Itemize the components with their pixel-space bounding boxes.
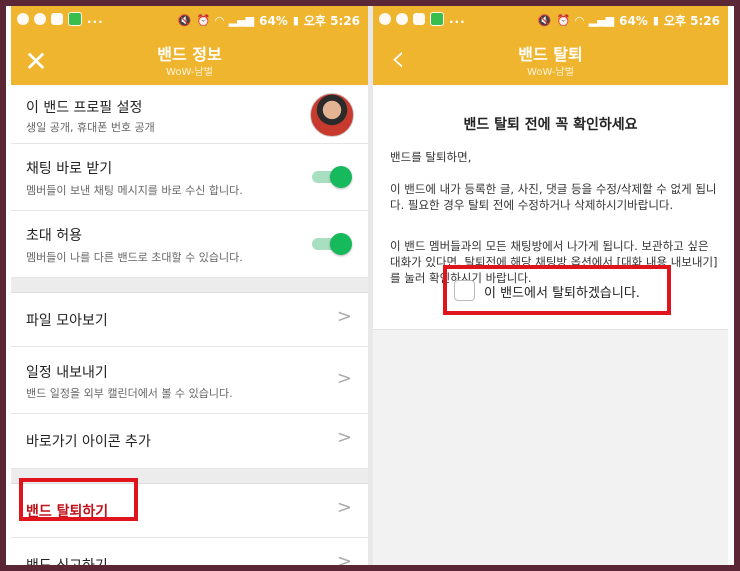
list-item-desc: 멤버들이 나를 다른 밴드로 초대할 수 있습니다. (26, 251, 243, 264)
header: ‹ 밴드 탈퇴 WoW-남벌 (373, 35, 728, 85)
battery-icon: ▮ (292, 14, 299, 27)
list-item-chat-direct: 채팅 바로 받기 멤버들이 보낸 채팅 메시지를 바로 수신 합니다. (11, 144, 368, 211)
chat-direct-toggle[interactable] (312, 166, 352, 188)
wifi-icon: ◠ (575, 14, 584, 27)
band-name: WoW-남벌 (166, 67, 213, 78)
list-item-title: 파일 모아보기 (26, 313, 108, 329)
battery-level: 64% (259, 13, 288, 28)
avatar[interactable] (310, 93, 354, 137)
app-notification-icon (17, 13, 29, 25)
invite-allow-toggle[interactable] (312, 233, 352, 255)
notice-paragraph: 이 밴드에 내가 등록한 글, 사진, 댓글 등을 수정/삭제할 수 없게 됩니… (390, 182, 717, 212)
gallery-notification-icon (51, 13, 63, 25)
chat-notification-icon (430, 12, 444, 26)
list-item-title: 바로가기 아이콘 추가 (26, 434, 151, 450)
link-notification-icon (34, 13, 46, 25)
leave-band-screen: ... 🔇 ⏰ ◠ ▂▄▆ 64% ▮ 오후 5:26 ‹ 밴드 탈퇴 WoW-… (373, 6, 728, 565)
more-notifications: ... (87, 12, 104, 26)
list-item-title: 초대 허용 (26, 228, 82, 244)
leave-band-highlight (19, 478, 138, 521)
clock: 오후 5:26 (663, 14, 720, 28)
header: ✕ 밴드 정보 WoW-남벌 (11, 35, 368, 85)
signal-icon: ▂▄▆ (228, 14, 255, 27)
alarm-icon: ⏰ (196, 14, 211, 27)
chevron-right-icon: > (336, 306, 352, 327)
status-bar: ... 🔇 ⏰ ◠ ▂▄▆ 64% ▮ 오후 5:26 (11, 6, 368, 35)
section-divider (11, 278, 368, 293)
list-item-export-schedule[interactable]: 일정 내보내기 밴드 일정을 외부 캘린더에서 볼 수 있습니다. > (11, 347, 368, 414)
list-item-title: 이 밴드 프로필 설정 (26, 100, 143, 116)
alarm-icon: ⏰ (556, 14, 571, 27)
clock: 오후 5:26 (303, 14, 360, 28)
wifi-icon: ◠ (215, 14, 224, 27)
band-info-screen: ... 🔇 ⏰ ◠ ▂▄▆ 64% ▮ 오후 5:26 ✕ 밴드 정보 WoW-… (11, 6, 368, 565)
list-item-title: 채팅 바로 받기 (26, 161, 113, 177)
toggle-knob (330, 233, 352, 255)
status-bar: ... 🔇 ⏰ ◠ ▂▄▆ 64% ▮ 오후 5:26 (373, 6, 728, 35)
band-name: WoW-남벌 (527, 67, 574, 78)
confirm-highlight (443, 265, 671, 315)
notice-title: 밴드 탈퇴 전에 꼭 확인하세요 (463, 117, 638, 133)
list-item-report-band[interactable]: 밴드 신고하기 > (11, 538, 368, 565)
list-item-profile-settings[interactable]: 이 밴드 프로필 설정 생일 공개, 휴대폰 번호 공개 (11, 85, 368, 144)
page-title: 밴드 정보 (157, 45, 222, 64)
chevron-right-icon: > (336, 368, 352, 389)
list-item-add-shortcut[interactable]: 바로가기 아이콘 추가 > (11, 414, 368, 469)
mute-icon: 🔇 (537, 14, 552, 27)
page-title: 밴드 탈퇴 (518, 45, 583, 64)
list-item-desc: 밴드 일정을 외부 캘린더에서 볼 수 있습니다. (26, 387, 233, 400)
notice-paragraph: 밴드를 탈퇴하면, (390, 150, 472, 164)
list-item-title: 일정 내보내기 (26, 365, 108, 381)
chevron-right-icon: > (336, 497, 352, 518)
link-notification-icon (396, 13, 408, 25)
battery-icon: ▮ (652, 14, 659, 27)
more-notifications: ... (449, 12, 466, 26)
list-item-files[interactable]: 파일 모아보기 > (11, 293, 368, 347)
list-item-desc: 멤버들이 보낸 채팅 메시지를 바로 수신 합니다. (26, 184, 243, 197)
toggle-knob (330, 166, 352, 188)
signal-icon: ▂▄▆ (588, 14, 615, 27)
chevron-right-icon: > (336, 427, 352, 448)
chat-notification-icon (68, 12, 82, 26)
list-item-invite-allow: 초대 허용 멤버들이 나를 다른 밴드로 초대할 수 있습니다. (11, 211, 368, 278)
app-notification-icon (379, 13, 391, 25)
battery-level: 64% (619, 13, 648, 28)
list-item-title: 밴드 신고하기 (26, 555, 108, 565)
list-item-desc: 생일 공개, 휴대폰 번호 공개 (26, 121, 155, 134)
screenshot-frame: ... 🔇 ⏰ ◠ ▂▄▆ 64% ▮ 오후 5:26 ✕ 밴드 정보 WoW-… (6, 6, 734, 565)
mute-icon: 🔇 (177, 14, 192, 27)
gallery-notification-icon (413, 13, 425, 25)
chevron-right-icon: > (336, 551, 352, 565)
